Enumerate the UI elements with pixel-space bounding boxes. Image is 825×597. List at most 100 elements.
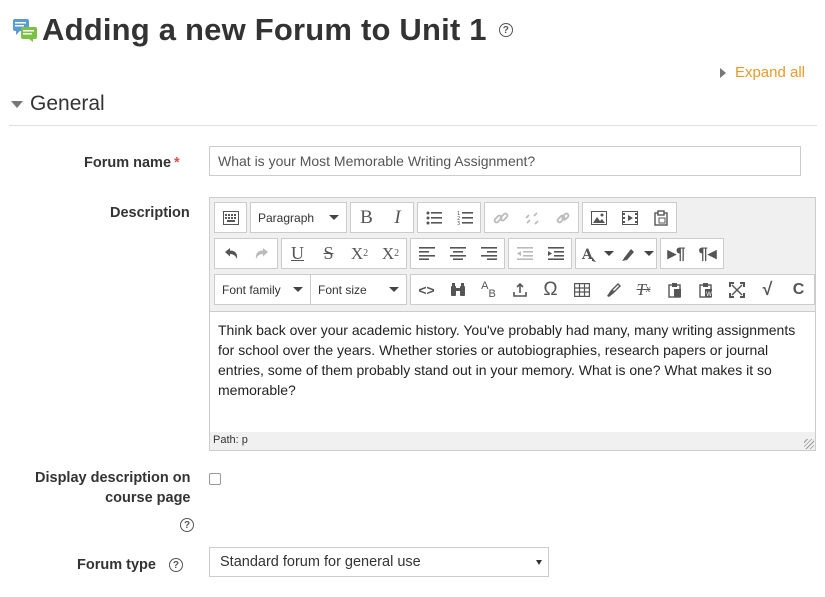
- display-description-label: Display description on course page: [35, 468, 191, 508]
- section-toggle-general[interactable]: General: [11, 92, 105, 116]
- text-color-dropdown[interactable]: [602, 239, 616, 268]
- background-color-dropdown[interactable]: [642, 239, 656, 268]
- dropdown-caret-icon: [293, 287, 303, 292]
- clean-format-icon[interactable]: [597, 275, 628, 304]
- media-icon[interactable]: [614, 203, 645, 232]
- toolbar-group-history: [214, 238, 278, 269]
- search-replace-icon[interactable]: [442, 275, 473, 304]
- toolbar-group-links: [484, 202, 579, 233]
- required-marker: *: [174, 155, 180, 171]
- clear-formatting-icon[interactable]: Tx: [628, 275, 659, 304]
- toolbar-row-2: U S X2 X2 A ▸¶ ¶◂: [214, 238, 727, 269]
- table-icon[interactable]: [566, 275, 597, 304]
- help-icon[interactable]: ?: [180, 518, 194, 532]
- align-left-icon[interactable]: [411, 239, 442, 268]
- toolbar-group-toggle: [214, 202, 247, 233]
- editor-path: Path: p: [213, 434, 248, 446]
- forum-name-input[interactable]: [209, 146, 801, 176]
- numbered-list-icon[interactable]: 123: [449, 203, 480, 232]
- unlink-icon[interactable]: [516, 203, 547, 232]
- toolbar-group-lists: 123: [417, 202, 481, 233]
- equation-icon[interactable]: √: [752, 275, 783, 304]
- display-description-label-line2: course page: [105, 490, 191, 506]
- underline-icon[interactable]: U: [282, 239, 313, 268]
- svg-text:3: 3: [457, 221, 460, 225]
- insert-nonbreaking-icon[interactable]: [504, 275, 535, 304]
- expand-all-label: Expand all: [734, 64, 805, 81]
- expand-all-link[interactable]: Expand all: [719, 64, 805, 81]
- dropdown-caret-icon: [536, 560, 542, 565]
- display-description-label-line1: Display description on: [35, 470, 191, 486]
- svg-text:W: W: [706, 291, 712, 298]
- help-icon[interactable]: ?: [498, 23, 513, 37]
- outdent-icon[interactable]: [509, 239, 540, 268]
- toolbar-group-tools: <> AB Ω Tx W √ C: [410, 274, 815, 305]
- forum-type-select[interactable]: Standard forum for general use: [209, 547, 549, 577]
- expand-triangle-icon: [719, 67, 726, 78]
- code-icon[interactable]: <>: [411, 275, 442, 304]
- font-size-select-label: Font size: [318, 282, 367, 297]
- paste-word-icon[interactable]: W: [690, 275, 721, 304]
- text-color-icon[interactable]: A: [576, 239, 602, 268]
- toolbar-group-direction: ▸¶ ¶◂: [660, 238, 724, 269]
- section-title: General: [30, 92, 105, 115]
- indent-icon[interactable]: [540, 239, 571, 268]
- redo-icon[interactable]: [246, 239, 277, 268]
- collapse-triangle-icon: [11, 100, 23, 108]
- page-header: Adding a new Forum to Unit 1 ?: [12, 12, 513, 48]
- description-body[interactable]: Think back over your academic history. Y…: [210, 311, 815, 432]
- anchor-link-icon[interactable]: [547, 203, 578, 232]
- undo-icon[interactable]: [215, 239, 246, 268]
- display-description-checkbox[interactable]: [209, 473, 221, 485]
- dropdown-caret-icon: [604, 251, 614, 256]
- resize-handle[interactable]: [804, 439, 814, 449]
- forum-name-label-text: Forum name: [84, 155, 172, 171]
- description-editor: Paragraph B I 123 U S X 2 X 2 A ▸¶ ¶◂ Fo…: [209, 197, 816, 451]
- toolbar-group-text-style: U S X2 X2: [281, 238, 407, 269]
- font-size-select[interactable]: Font size: [310, 275, 406, 304]
- font-family-select[interactable]: Font family: [215, 275, 310, 304]
- toolbar-group-media: [582, 202, 677, 233]
- forum-icon: [12, 17, 38, 43]
- dropdown-caret-icon: [389, 287, 399, 292]
- strikethrough-icon[interactable]: S: [313, 239, 344, 268]
- font-family-select-label: Font family: [222, 282, 281, 297]
- superscript-icon[interactable]: X2: [375, 239, 406, 268]
- link-icon[interactable]: [485, 203, 516, 232]
- section-divider: [9, 125, 817, 126]
- toolbar-toggle-icon[interactable]: [215, 203, 246, 232]
- spellcheck-icon[interactable]: AB: [473, 275, 504, 304]
- special-character-icon[interactable]: Ω: [535, 275, 566, 304]
- paragraph-select[interactable]: Paragraph: [251, 203, 346, 232]
- manage-files-icon[interactable]: [645, 203, 676, 232]
- chemistry-icon[interactable]: C: [783, 275, 814, 304]
- rtl-icon[interactable]: ¶◂: [692, 239, 723, 268]
- toolbar-row-3: Font family Font size <> AB Ω Tx W √ C: [214, 274, 816, 305]
- fullscreen-icon[interactable]: [721, 275, 752, 304]
- dropdown-caret-icon: [329, 215, 339, 220]
- forum-name-label: Forum name *: [84, 155, 180, 171]
- forum-type-label-text: Forum type: [77, 557, 156, 573]
- toolbar-group-format: Paragraph: [250, 202, 347, 233]
- subscript-icon[interactable]: X2: [344, 239, 375, 268]
- italic-icon[interactable]: I: [382, 203, 413, 232]
- toolbar-group-style: B I: [350, 202, 414, 233]
- page-title: Adding a new Forum to Unit 1: [42, 12, 487, 47]
- paste-text-icon[interactable]: [659, 275, 690, 304]
- toolbar-group-fonts: Font family Font size: [214, 274, 407, 305]
- bullet-list-icon[interactable]: [418, 203, 449, 232]
- bold-icon[interactable]: B: [351, 203, 382, 232]
- help-icon[interactable]: ?: [168, 558, 183, 572]
- toolbar-group-color: A: [575, 238, 657, 269]
- align-center-icon[interactable]: [442, 239, 473, 268]
- dropdown-caret-icon: [644, 251, 654, 256]
- paragraph-select-label: Paragraph: [258, 210, 315, 225]
- image-icon[interactable]: [583, 203, 614, 232]
- forum-type-value: Standard forum for general use: [220, 554, 421, 570]
- align-right-icon[interactable]: [473, 239, 504, 268]
- background-color-icon[interactable]: [616, 239, 642, 268]
- toolbar-group-align: [410, 238, 505, 269]
- toolbar-row-1: Paragraph B I 123: [214, 202, 680, 233]
- toolbar-group-indent: [508, 238, 572, 269]
- ltr-icon[interactable]: ▸¶: [661, 239, 692, 268]
